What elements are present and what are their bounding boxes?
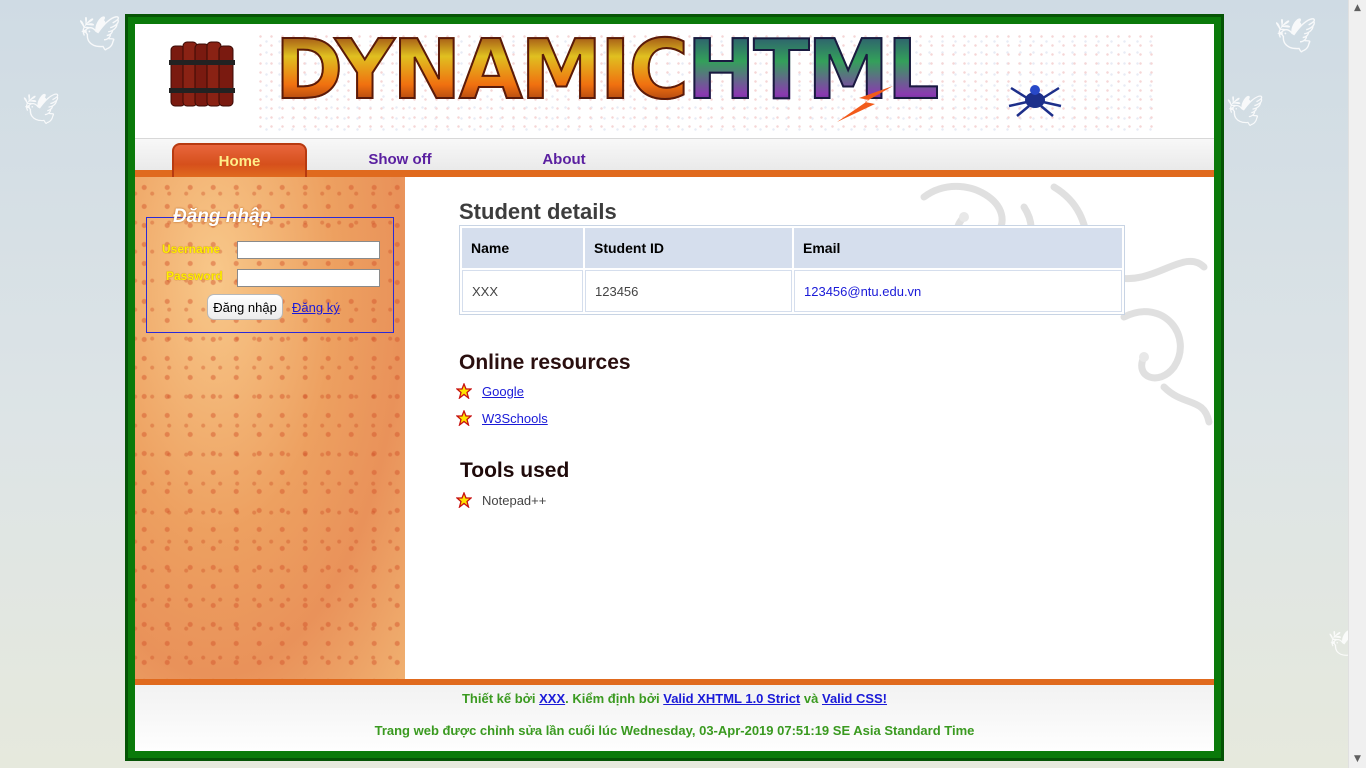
cell-student-id: 123456: [585, 270, 792, 312]
student-details-heading: Student details: [459, 199, 617, 224]
spider-icon: [1008, 85, 1062, 117]
footer-credits: Thiết kế bởi XXX. Kiểm định bởi Valid XH…: [135, 691, 1214, 706]
online-resources-heading: Online resources: [459, 351, 631, 374]
banner-title-dynamic: DYNAMIC: [274, 24, 690, 118]
designed-by-label: Thiết kế bởi: [461, 691, 536, 706]
bird-decoration-icon: 🕊: [78, 14, 122, 54]
email-link[interactable]: 123456@ntu.edu.vn: [804, 284, 921, 299]
last-modified-text: Trang web được chỉnh sửa lần cuối lúc We…: [374, 723, 975, 738]
list-item: Notepad++: [456, 490, 546, 510]
tools-used-heading: Tools used: [460, 459, 570, 482]
w3schools-link[interactable]: W3Schools: [482, 411, 548, 426]
scroll-up-icon[interactable]: ▲: [1349, 0, 1366, 17]
username-label: Username: [162, 242, 221, 256]
table-row: XXX 123456 123456@ntu.edu.vn: [462, 270, 1122, 312]
valid-xhtml-link[interactable]: Valid XHTML 1.0 Strict: [663, 691, 800, 706]
page-frame: DYNAMICHTML Home Show off About Đăng nhậ…: [125, 14, 1224, 761]
page-inner: DYNAMICHTML Home Show off About Đăng nhậ…: [135, 24, 1214, 751]
login-button[interactable]: Đăng nhập: [207, 294, 283, 320]
footer: Thiết kế bởi XXX. Kiểm định bởi Valid XH…: [135, 679, 1214, 751]
column-header-student-id: Student ID: [585, 228, 792, 268]
valid-css-link[interactable]: Valid CSS!: [822, 691, 887, 706]
validated-by-label: . Kiểm định bởi: [565, 691, 660, 706]
username-input[interactable]: [237, 241, 380, 259]
bird-decoration-icon: 🕊: [22, 92, 61, 127]
cell-name: XXX: [462, 270, 583, 312]
nav-show-off[interactable]: Show off: [335, 143, 465, 177]
main-content: Student details Name Student ID Email XX…: [405, 177, 1214, 679]
list-item: Google: [456, 381, 524, 401]
star-bullet-icon: [456, 383, 472, 399]
and-label: và: [803, 691, 819, 706]
dynamite-logo-icon: [169, 41, 235, 107]
nav-about[interactable]: About: [505, 143, 623, 177]
google-link[interactable]: Google: [482, 384, 524, 399]
student-table: Name Student ID Email XXX 123456 123456@…: [459, 225, 1125, 315]
star-bullet-icon: [456, 492, 472, 508]
tool-item-text: Notepad++: [482, 492, 547, 508]
lightning-bolt-icon: [837, 86, 893, 122]
password-input[interactable]: [237, 269, 380, 287]
header-banner: DYNAMICHTML: [135, 24, 1214, 138]
login-fieldset: Đăng nhập Username Password Đăng nhập Đă…: [146, 206, 394, 333]
register-link[interactable]: Đăng ký: [292, 300, 340, 315]
bird-decoration-icon: 🕊: [1274, 16, 1318, 56]
designer-link[interactable]: XXX: [539, 691, 565, 706]
table-header-row: Name Student ID Email: [462, 228, 1122, 268]
scroll-down-icon[interactable]: ▼: [1349, 751, 1366, 768]
cell-email: 123456@ntu.edu.vn: [794, 270, 1122, 312]
nav-home[interactable]: Home: [172, 143, 307, 177]
column-header-name: Name: [462, 228, 583, 268]
banner-title-html: HTML: [686, 24, 940, 118]
list-item: W3Schools: [456, 408, 548, 428]
column-header-email: Email: [794, 228, 1122, 268]
star-bullet-icon: [456, 410, 472, 426]
bird-decoration-icon: 🕊: [1226, 94, 1265, 129]
vertical-scrollbar[interactable]: ▲ ▼: [1348, 0, 1366, 768]
sidebar: Đăng nhập Username Password Đăng nhập Đă…: [135, 177, 405, 679]
password-label: Password: [166, 269, 223, 283]
login-legend: Đăng nhập: [173, 206, 272, 227]
